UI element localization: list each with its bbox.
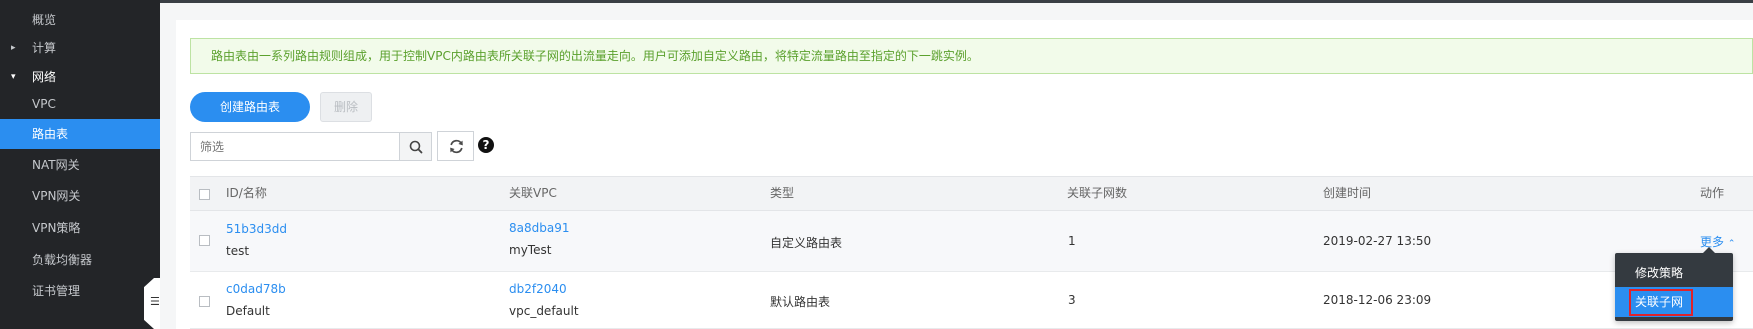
sidebar-item-label: 负载均衡器 [32,253,93,267]
row-checkbox[interactable] [199,235,210,246]
sidebar-item-compute[interactable]: ▸ 计算 [0,33,160,63]
column-header-actions: 动作 [1700,186,1725,200]
delete-button[interactable]: 删除 [320,92,372,122]
menu-item-modify-policy[interactable]: 修改策略 [1615,258,1733,288]
route-table-id-link[interactable]: 51b3d3dd [226,222,287,236]
route-table-type: 自定义路由表 [770,236,843,250]
sidebar-item-label: 网络 [32,70,57,84]
subnet-count: 1 [1068,234,1076,248]
vpc-id-link[interactable]: 8a8dba91 [509,221,569,235]
route-table-name: test [226,244,250,258]
row-checkbox[interactable] [199,296,210,307]
table-row: c0dad78b Default db2f2040 vpc_default 默认… [190,272,1753,329]
vpc-id-link[interactable]: db2f2040 [509,282,567,296]
sidebar-item-vpc[interactable]: VPC [0,89,160,119]
search-icon [409,140,423,154]
select-all-checkbox[interactable] [199,189,210,200]
table-header: ID/名称 关联VPC 类型 关联子网数 创建时间 动作 [190,176,1753,211]
table-row: 51b3d3dd test 8a8dba91 myTest 自定义路由表 1 2… [190,211,1753,272]
chevron-up-icon: ⌃ [1727,239,1736,249]
column-header-type: 类型 [770,186,795,200]
sidebar-item-vpn-gateway[interactable]: VPN网关 [0,181,160,211]
sidebar-item-load-balancer[interactable]: 负载均衡器 [0,245,160,275]
route-table-type: 默认路由表 [770,295,831,309]
caret-right-icon: ▸ [11,43,16,53]
created-time: 2019-02-27 13:50 [1323,234,1432,248]
sidebar-item-label: VPN策略 [32,221,81,235]
vpc-name: vpc_default [509,304,579,318]
sidebar-item-route-table[interactable]: 路由表 [0,119,160,149]
refresh-icon [450,139,463,154]
menu-item-associate-subnet[interactable]: 关联子网 [1615,287,1733,317]
caret-down-icon: ▾ [11,72,16,82]
sidebar-item-label: VPC [32,97,56,111]
column-header-subnet-count: 关联子网数 [1067,186,1128,200]
vpc-name: myTest [509,243,552,257]
sidebar-item-label: NAT网关 [32,158,80,172]
filter-input[interactable] [190,132,400,161]
created-time: 2018-12-06 23:09 [1323,293,1432,307]
sidebar-item-label: 计算 [32,41,57,55]
subnet-count: 3 [1068,293,1076,307]
route-table-id-link[interactable]: c0dad78b [226,282,286,296]
help-icon[interactable]: ? [478,137,494,153]
column-header-id-name: ID/名称 [226,186,267,200]
sidebar-item-overview[interactable]: 概览 [0,5,160,35]
info-notice: 路由表由一系列路由规则组成，用于控制VPC内路由表所关联子网的出流量走向。用户可… [190,38,1753,74]
column-header-vpc: 关联VPC [509,186,557,200]
sidebar-item-vpn-policy[interactable]: VPN策略 [0,213,160,243]
column-header-created: 创建时间 [1323,186,1372,200]
sidebar-item-label: VPN网关 [32,189,81,203]
sidebar-item-nat-gateway[interactable]: NAT网关 [0,150,160,180]
more-actions-dropdown: 修改策略 关联子网 [1615,247,1733,321]
sidebar-item-label: 路由表 [32,127,69,141]
sidebar-item-label: 证书管理 [32,284,81,298]
create-route-table-button[interactable]: 创建路由表 [190,92,310,122]
search-button[interactable] [399,132,432,161]
sidebar: 概览 ▸ 计算 ▾ 网络 VPC 路由表 NAT网关 VPN网关 VPN策略 负… [0,0,160,329]
sidebar-item-network[interactable]: ▾ 网络 [0,62,160,92]
route-table-name: Default [226,304,270,318]
sidebar-item-label: 概览 [32,13,57,27]
refresh-button[interactable] [437,131,474,161]
sidebar-item-certificates[interactable]: 证书管理 [0,276,160,306]
